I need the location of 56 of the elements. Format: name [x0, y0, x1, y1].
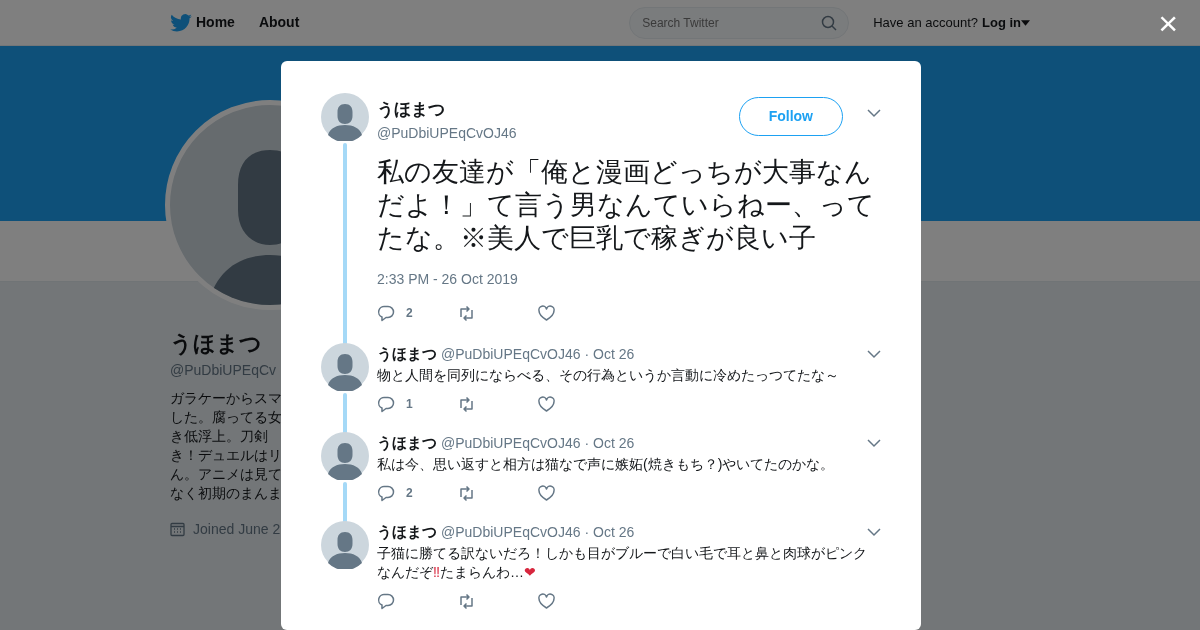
- chevron-icon[interactable]: [867, 106, 881, 120]
- retweet-icon[interactable]: [457, 483, 476, 503]
- search-field[interactable]: Search Twitter: [629, 6, 850, 39]
- avatar[interactable]: [321, 521, 369, 569]
- avatar[interactable]: [321, 93, 369, 141]
- search-icon[interactable]: [821, 14, 838, 31]
- retweet-icon[interactable]: [457, 591, 476, 611]
- user-handle: @PuDbiUPEqCvOJ46: [441, 346, 581, 362]
- reply-icon[interactable]: [377, 483, 396, 503]
- retweet-icon[interactable]: [457, 303, 476, 323]
- bio-line: き！デュエルはリ: [170, 446, 283, 465]
- avatar[interactable]: [321, 432, 369, 480]
- reply-count: 2: [406, 485, 413, 502]
- bio-line: ん。アニメは見て: [170, 465, 283, 484]
- tweet-date: · Oct 26: [584, 346, 635, 362]
- bio-line: き低浮上。刀剣: [170, 427, 269, 446]
- user-name: うほまつ: [377, 434, 437, 451]
- tweet-timestamp: 2:33 PM - 26 Oct 2019: [377, 269, 519, 289]
- avatar[interactable]: [321, 343, 369, 391]
- reply-text: 物と人間を同列にならべる、その行為というか言動に冷めたっつてたな～: [377, 365, 840, 385]
- user-name: うほまつ: [377, 99, 446, 121]
- about-link[interactable]: About: [258, 12, 300, 33]
- reply-icon[interactable]: [377, 303, 396, 323]
- bio-line: した。腐ってる女: [170, 408, 283, 427]
- joined-date: Joined June 2: [193, 520, 281, 539]
- reply-text: 子猫に勝てる訳ないだろ！しかも目がブルーで白い毛で耳と鼻と肉球がピンクなんだぞ‼たまらんわ…❤: [377, 543, 868, 582]
- user-handle: @PuDbiUPEqCvOJ46: [441, 435, 581, 451]
- heart-icon[interactable]: [537, 303, 556, 323]
- reply-text: 私は今、思い返すと相方は猫なで声に嫉妬(焼きもち？)やいてたのかな。: [377, 454, 836, 474]
- calendar-icon: [170, 522, 185, 537]
- tweet-date: · Oct 26: [584, 435, 635, 451]
- bio-line: なく初期のまんま: [170, 484, 283, 503]
- tweet-text: 私の友達が「俺と漫画どっちが大事なんだよ！」て言う男なんていらねー、ってたな。※美人で巨乳で稼ぎが良い子: [377, 155, 876, 255]
- heart-icon[interactable]: [537, 483, 556, 503]
- profile-handle: @PuDbiUPEqCv: [170, 361, 278, 380]
- heart-icon[interactable]: [537, 591, 556, 611]
- close-button[interactable]: ×: [1158, 4, 1178, 42]
- user-name: うほまつ: [377, 345, 437, 362]
- user-handle: @PuDbiUPEqCvOJ46: [377, 123, 518, 143]
- heart-icon[interactable]: [537, 394, 556, 414]
- account-prompt: Have an account?: [873, 13, 978, 32]
- reply-icon[interactable]: [377, 394, 396, 414]
- reply-count: 1: [406, 396, 413, 413]
- bio-line: ガラケーからスマ: [170, 389, 283, 408]
- login-link[interactable]: Log in: [982, 12, 1030, 33]
- profile-name: うほまつ: [170, 330, 263, 358]
- retweet-icon[interactable]: [457, 394, 476, 414]
- bird-icon: [170, 13, 192, 32]
- reply-count: 2: [406, 305, 413, 322]
- follow-button[interactable]: Follow: [738, 97, 843, 136]
- user-handle: @PuDbiUPEqCvOJ46: [441, 524, 581, 540]
- home-link[interactable]: Home: [170, 12, 235, 33]
- tweet-date: · Oct 26: [584, 524, 635, 540]
- reply-icon[interactable]: [377, 591, 396, 611]
- caret-icon: [1021, 19, 1030, 26]
- user-name: うほまつ: [377, 523, 437, 540]
